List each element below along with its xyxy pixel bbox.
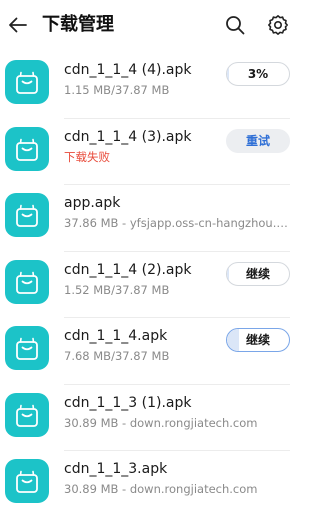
file-name: app.apk (64, 195, 121, 211)
resume-button[interactable]: 继续 (226, 261, 290, 286)
download-item[interactable]: cdn_1_1_3.apk 30.89 MB - down.rongjiatech… (0, 451, 300, 518)
progress-fill (227, 329, 240, 351)
apk-file-icon (5, 60, 49, 104)
app-bar: 下载管理 (0, 0, 300, 52)
arrow-left-icon (9, 17, 27, 33)
page-title: 下载管理 (42, 14, 114, 35)
file-name: cdn_1_1_3 (1).apk (64, 394, 192, 411)
file-name: cdn_1_1_3.apk (64, 461, 168, 477)
download-list: cdn_1_1_4 (4).apk 1.15 MB/37.87 MB 3% cdn_1… (0, 52, 300, 518)
app-package-icon (16, 204, 38, 227)
download-item[interactable]: cdn_1_1_4 (4).apk 1.15 MB/37.87 MB 3% (0, 52, 300, 119)
retry-button[interactable]: 重试 (226, 128, 290, 153)
download-item[interactable]: cdn_1_1_3 (1).apk 30.89 MB - down.rongjia… (0, 385, 300, 451)
search-icon (226, 16, 245, 35)
search-button[interactable] (223, 13, 247, 37)
file-details: 37.86 MB - yfsjapp.oss-cn-hangzhou.a... (64, 216, 288, 230)
progress-button[interactable]: 3% (226, 62, 290, 86)
progress-fill (227, 262, 230, 285)
file-details: 30.89 MB - down.rongjiatech.com (64, 415, 258, 430)
app-package-icon (16, 337, 38, 360)
download-item[interactable]: cdn_1_1_4 (2).apk 1.52 MB/37.87 MB 继续 (0, 252, 300, 318)
apk-file-icon (5, 193, 49, 237)
apk-file-icon (5, 392, 49, 437)
apk-file-icon (5, 259, 49, 304)
action-label: 3% (247, 67, 269, 81)
action-label: 重试 (245, 133, 270, 148)
file-details: 30.89 MB - down.rongjiatech.com (64, 482, 258, 496)
apk-file-icon (5, 126, 49, 171)
gear-icon (268, 15, 288, 35)
back-button[interactable] (6, 13, 30, 37)
action-label: 继续 (245, 266, 270, 281)
resume-button[interactable]: 继续 (226, 328, 290, 352)
action-label: 继续 (245, 333, 270, 347)
apk-file-icon (5, 459, 49, 503)
app-package-icon (16, 271, 38, 294)
app-package-icon (16, 470, 38, 493)
download-item[interactable]: app.apk 37.86 MB - yfsjapp.oss-cn-hangzho… (0, 185, 300, 252)
app-package-icon (16, 138, 38, 161)
apk-file-icon (5, 326, 49, 370)
app-package-icon (16, 404, 38, 427)
download-item[interactable]: cdn_1_1_4.apk 7.68 MB/37.87 MB 继续 (0, 318, 300, 385)
app-package-icon (16, 71, 38, 94)
download-item[interactable]: cdn_1_1_4 (3).apk 下载失败 重试 (0, 119, 300, 185)
settings-button[interactable] (266, 13, 290, 37)
progress-fill (227, 63, 229, 85)
